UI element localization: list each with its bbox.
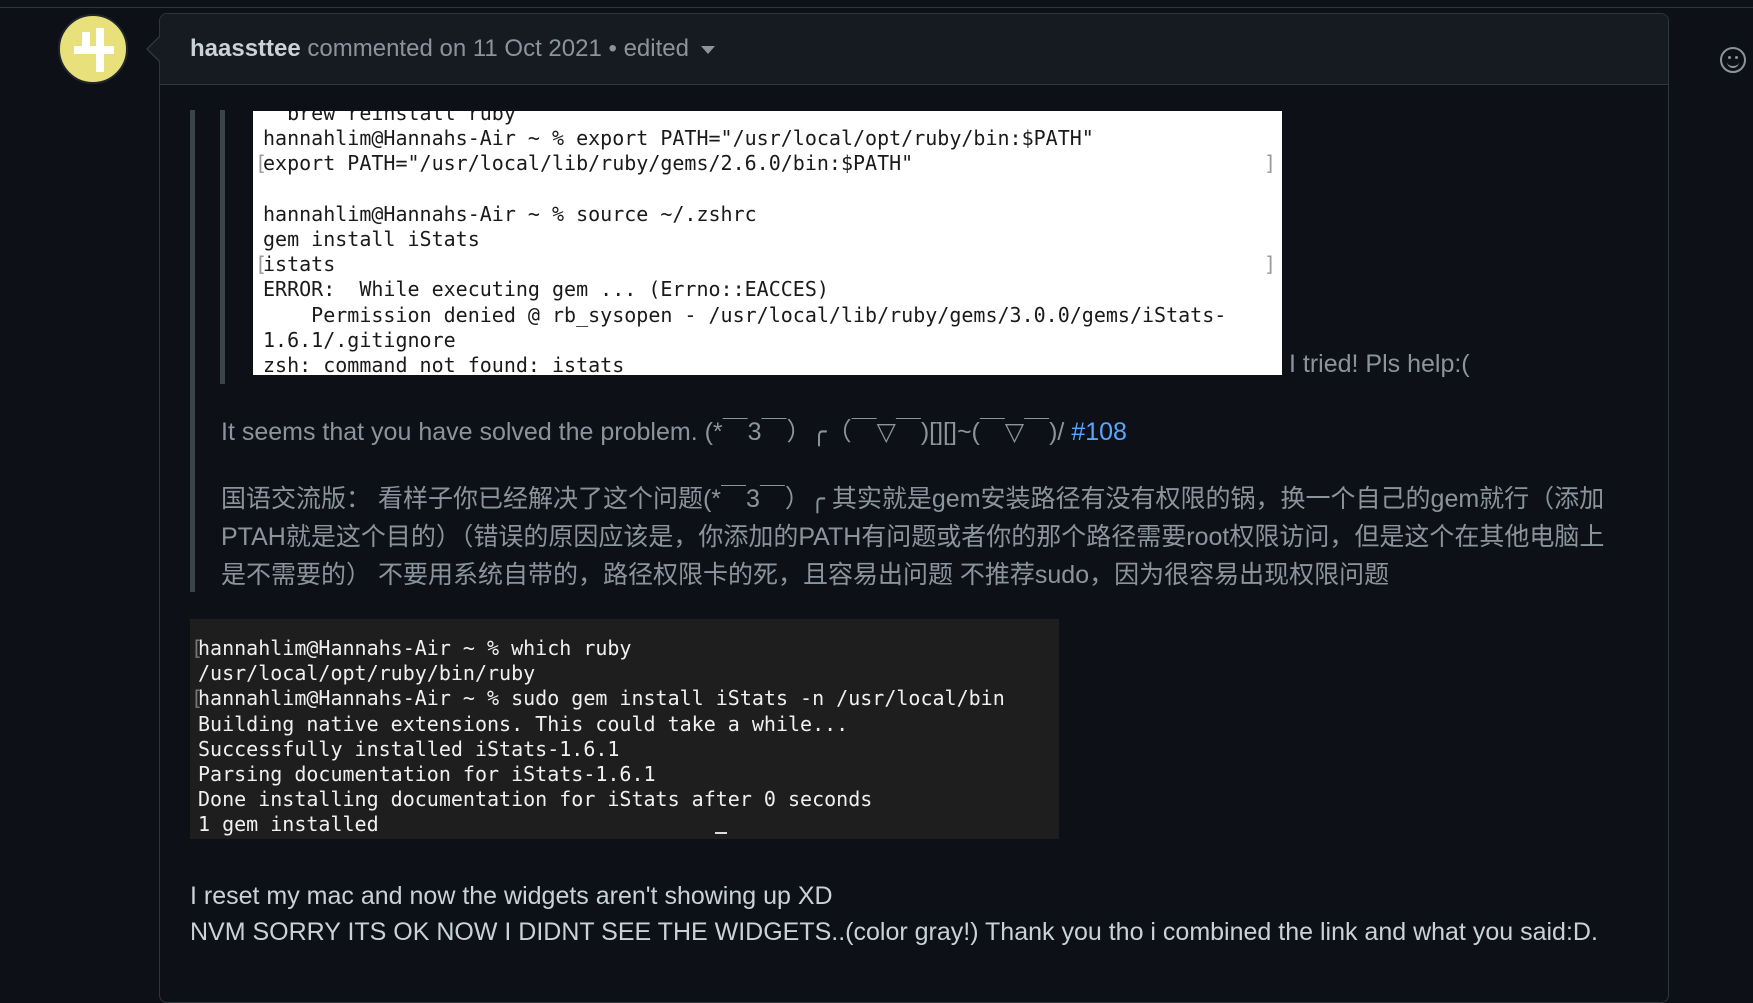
- solved-text: It seems that you have solved the proble…: [221, 418, 1072, 446]
- comment-body-line-2: NVM SORRY ITS OK NOW I DIDNT SEE THE WID…: [190, 918, 1598, 946]
- issue-link[interactable]: #108: [1071, 418, 1127, 446]
- bracket-left: [: [191, 636, 204, 660]
- quoted-solved-text: It seems that you have solved the proble…: [221, 413, 1127, 451]
- comment-body-line-1: I reset my mac and now the widgets aren'…: [190, 882, 833, 910]
- edited-label: edited: [623, 35, 689, 62]
- comment-pointer-inner: [148, 37, 160, 61]
- bracket-left: [: [255, 151, 268, 175]
- avatar[interactable]: [58, 14, 128, 84]
- nested-blockquote-border: [220, 110, 225, 384]
- smiley-icon[interactable]: [1720, 47, 1746, 73]
- top-divider: [0, 0, 1753, 8]
- comment-date[interactable]: 11 Oct 2021: [473, 35, 602, 62]
- chevron-down-icon: [700, 45, 715, 54]
- terminal-screenshot: hannahlim@Hannahs-Air ~ % which ruby /us…: [190, 619, 1059, 839]
- comment-header: haassttee commented on 11 Oct 2021 • edi…: [160, 14, 1746, 85]
- quoted-terminal-text: brew reinstall ruby hannahlim@Hannahs-Ai…: [263, 111, 1227, 375]
- bracket-left: [: [255, 252, 268, 276]
- edited-dropdown[interactable]: edited: [624, 35, 715, 62]
- bracket-right: ]: [1263, 151, 1276, 175]
- bracket-right: ]: [1263, 252, 1276, 276]
- terminal-text: hannahlim@Hannahs-Air ~ % which ruby /us…: [198, 636, 1005, 837]
- quoted-tried-text: I tried! Pls help:(: [1289, 350, 1470, 378]
- terminal-cursor: [715, 832, 727, 834]
- separator: •: [608, 35, 617, 62]
- comment-author-link[interactable]: haassttee: [190, 35, 301, 62]
- comment-action: commented on: [307, 35, 467, 62]
- bracket-left: [: [191, 686, 204, 710]
- quoted-terminal-screenshot: brew reinstall ruby hannahlim@Hannahs-Ai…: [253, 111, 1282, 375]
- quoted-chinese-text: 国语交流版： 看样子你已经解决了这个问题(*￣3￣）╭ 其实就是gem安装路径有…: [221, 485, 1605, 589]
- blockquote-border: [190, 110, 195, 592]
- comment-meta: haassttee commented on 11 Oct 2021 • edi…: [190, 35, 715, 63]
